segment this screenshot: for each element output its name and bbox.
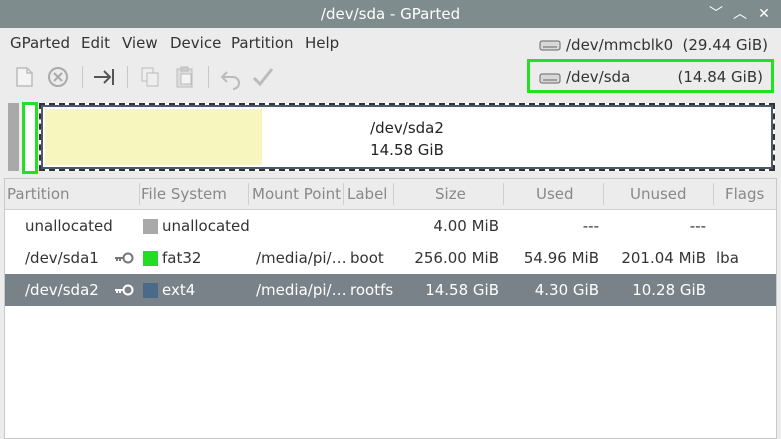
device-list: /dev/mmcblk0 (29.44 GiB) /dev/sda (14.84… bbox=[527, 28, 781, 96]
cell-fs: ext4 bbox=[162, 281, 196, 299]
diskmap-sda2[interactable]: /dev/sda2 14.58 GiB bbox=[39, 103, 775, 171]
title-bar: /dev/sda - GParted ﹀ ︿ ✕ bbox=[0, 0, 781, 28]
cell-partition: /dev/sda1 bbox=[25, 249, 99, 267]
menu-edit[interactable]: Edit bbox=[81, 34, 110, 52]
new-icon[interactable] bbox=[11, 64, 37, 90]
cell-used: 54.96 MiB bbox=[523, 249, 599, 267]
column-mount-point[interactable]: Mount Point bbox=[252, 185, 341, 203]
cell-mount: /media/pi/… bbox=[256, 281, 347, 299]
cell-unused: 10.28 GiB bbox=[632, 281, 706, 299]
fs-color-swatch bbox=[143, 219, 158, 234]
menu-gparted[interactable]: GParted bbox=[10, 34, 70, 52]
diskmap-partition-size: 14.58 GiB bbox=[370, 141, 444, 159]
maximize-button[interactable]: ︿ bbox=[730, 3, 750, 25]
cell-used: --- bbox=[582, 217, 599, 235]
toolbar bbox=[0, 58, 530, 96]
table-row[interactable]: /dev/sda2 ext4 /media/pi/… rootfs 14.58 … bbox=[5, 274, 776, 306]
cell-used: 4.30 GiB bbox=[534, 281, 599, 299]
cell-mount: /media/pi/… bbox=[256, 249, 347, 267]
cell-unused: 201.04 MiB bbox=[621, 249, 706, 267]
device-size: (29.44 GiB) bbox=[682, 36, 769, 54]
column-file-system[interactable]: File System bbox=[141, 185, 227, 203]
column-unused[interactable]: Unused bbox=[630, 185, 687, 203]
device-item-sda[interactable]: /dev/sda (14.84 GiB) bbox=[527, 59, 774, 93]
toolbar-separator bbox=[127, 66, 128, 88]
undo-icon[interactable] bbox=[218, 64, 244, 90]
column-label[interactable]: Label bbox=[347, 185, 387, 203]
toolbar-separator bbox=[208, 66, 209, 88]
menu-bar: GParted Edit View Device Partition Help bbox=[0, 28, 530, 56]
device-size: (14.84 GiB) bbox=[677, 68, 764, 86]
key-icon bbox=[115, 252, 134, 264]
cell-unused: --- bbox=[689, 217, 706, 235]
diskmap-partition-name: /dev/sda2 bbox=[370, 119, 444, 137]
table-row[interactable]: /dev/sda1 fat32 /media/pi/… boot 256.00 … bbox=[5, 242, 776, 274]
table-row[interactable]: unallocated unallocated 4.00 MiB --- --- bbox=[5, 210, 776, 242]
resize-move-icon[interactable] bbox=[91, 64, 117, 90]
cell-label: rootfs bbox=[350, 281, 394, 299]
menu-device[interactable]: Device bbox=[170, 34, 221, 52]
cell-size: 4.00 MiB bbox=[433, 217, 499, 235]
diskmap-unallocated[interactable] bbox=[8, 103, 19, 171]
delete-icon[interactable] bbox=[45, 64, 71, 90]
harddisk-icon bbox=[539, 40, 561, 51]
column-size[interactable]: Size bbox=[435, 185, 466, 203]
device-name: /dev/mmcblk0 bbox=[566, 36, 674, 54]
cell-partition: unallocated bbox=[25, 217, 113, 235]
column-used[interactable]: Used bbox=[536, 185, 574, 203]
cell-size: 14.58 GiB bbox=[425, 281, 499, 299]
disk-map: /dev/sda2 14.58 GiB bbox=[4, 99, 775, 175]
menu-help[interactable]: Help bbox=[305, 34, 339, 52]
paste-icon[interactable] bbox=[172, 64, 198, 90]
menu-view[interactable]: View bbox=[122, 34, 158, 52]
cell-fs: unallocated bbox=[162, 217, 250, 235]
fs-color-swatch bbox=[143, 251, 158, 266]
fs-color-swatch bbox=[143, 283, 158, 298]
menu-partition[interactable]: Partition bbox=[231, 34, 294, 52]
harddisk-icon bbox=[539, 73, 561, 84]
copy-icon[interactable] bbox=[137, 64, 163, 90]
diskmap-sda1[interactable] bbox=[22, 102, 38, 174]
device-item-mmcblk0[interactable]: /dev/mmcblk0 (29.44 GiB) bbox=[530, 30, 776, 60]
device-name: /dev/sda bbox=[566, 68, 631, 86]
close-button[interactable]: ✕ bbox=[754, 3, 774, 25]
partition-table: Partition File System Mount Point Label … bbox=[4, 178, 777, 439]
column-partition[interactable]: Partition bbox=[7, 185, 70, 203]
table-header: Partition File System Mount Point Label … bbox=[5, 179, 776, 210]
apply-icon[interactable] bbox=[250, 64, 276, 90]
cell-partition: /dev/sda2 bbox=[25, 281, 99, 299]
cell-size: 256.00 MiB bbox=[414, 249, 499, 267]
minimize-button[interactable]: ﹀ bbox=[706, 3, 726, 25]
toolbar-separator bbox=[82, 66, 83, 88]
column-flags[interactable]: Flags bbox=[725, 185, 764, 203]
window-title: /dev/sda - GParted bbox=[320, 5, 461, 23]
cell-flags: lba bbox=[716, 249, 739, 267]
key-icon bbox=[115, 284, 134, 296]
cell-label: boot bbox=[350, 249, 384, 267]
cell-fs: fat32 bbox=[162, 249, 202, 267]
